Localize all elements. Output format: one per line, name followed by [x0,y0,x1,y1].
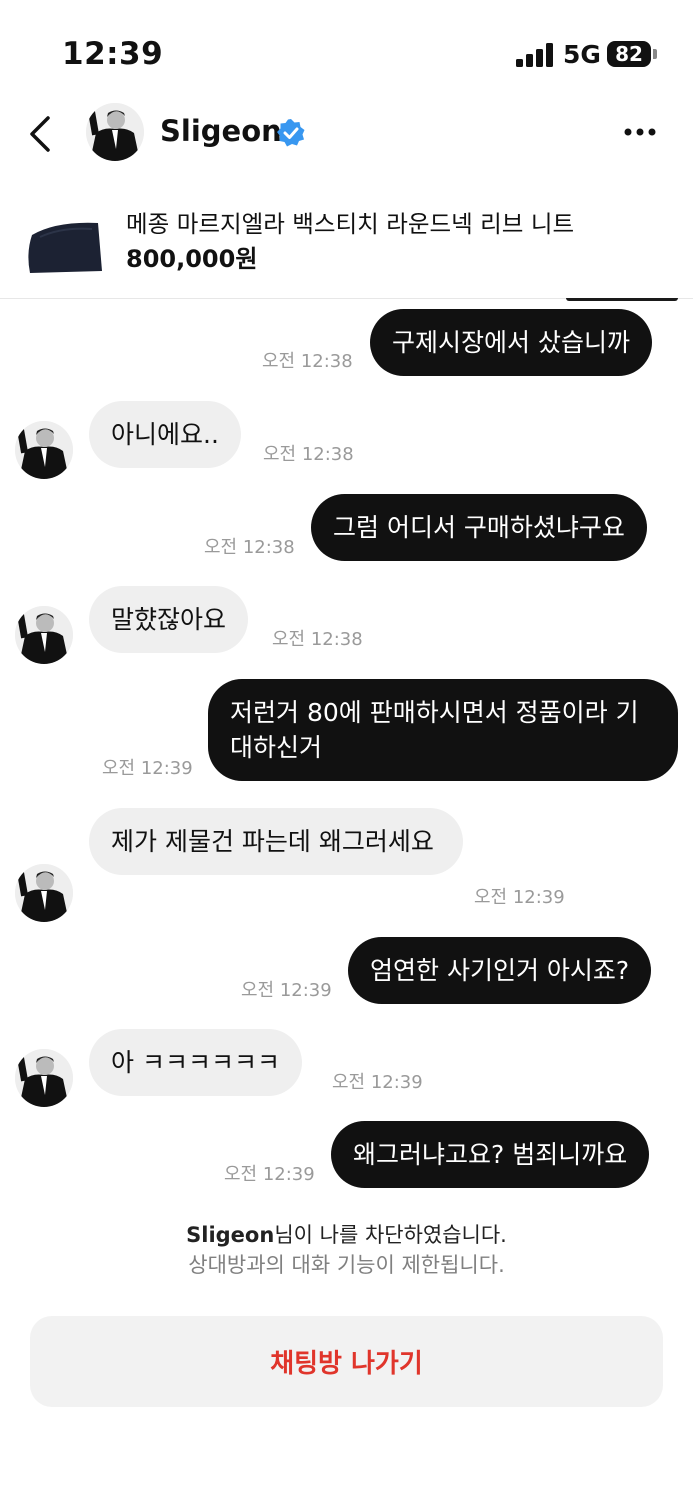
sender-avatar[interactable] [15,606,73,664]
clipped-bubble-edge [566,298,678,301]
product-thumbnail [28,222,102,273]
sender-avatar[interactable] [15,864,73,922]
status-time: 12:39 [62,36,164,72]
verified-badge-icon [277,119,305,147]
sender-avatar[interactable] [15,1049,73,1107]
product-card[interactable]: 메종 마르지엘라 백스티치 라운드넥 리브 니트 800,000원 [0,195,693,295]
network-label: 5G [563,40,601,69]
message-time: 오전 12:39 [241,980,332,1001]
battery-tip [653,49,657,59]
message-time: 오전 12:38 [272,629,363,650]
message-time: 오전 12:39 [224,1164,315,1185]
back-arrow-icon[interactable] [22,114,62,154]
message-bubble-outgoing[interactable]: 저런거 80에 판매하시면서 정품이라 기대하신거 [208,679,678,781]
status-bar: 12:39 5G 82 [0,0,693,100]
message-bubble-incoming[interactable]: 아니에요.. [89,401,241,468]
sender-avatar[interactable] [15,421,73,479]
message-time: 오전 12:38 [262,351,353,372]
more-options-icon[interactable] [620,120,660,144]
blocked-notice-line2: 상대방과의 대화 기능이 제한됩니다. [188,1253,505,1277]
battery-icon: 82 [607,41,651,67]
message-bubble-incoming[interactable]: 말햤잖아요 [89,586,249,653]
message-bubble-outgoing[interactable]: 구제시장에서 샀습니까 [370,309,652,376]
product-title: 메종 마르지엘라 백스티치 라운드넥 리브 니트 [126,210,575,238]
message-time: 오전 12:39 [474,887,565,908]
blocked-notice-text: 님이 나를 차단하였습니다. [274,1223,507,1247]
message-bubble-incoming[interactable]: 제가 제물건 파는데 왜그러세요 [89,808,463,875]
product-price: 800,000원 [126,245,258,273]
message-time: 오전 12:39 [332,1072,423,1093]
blocked-notice: Sligeon님이 나를 차단하였습니다. 상대방과의 대화 기능이 제한됩니다… [0,1220,693,1280]
message-time: 오전 12:39 [102,758,193,779]
leave-chat-button[interactable]: 채팅방 나가기 [30,1316,663,1407]
message-bubble-outgoing[interactable]: 왜그러냐고요? 범죄니까요 [331,1121,650,1188]
message-time: 오전 12:38 [263,444,354,465]
message-bubble-incoming[interactable]: 아 ㅋㅋㅋㅋㅋㅋ [89,1029,302,1096]
signal-icon [516,43,554,67]
blocked-user-name: Sligeon [186,1223,275,1247]
message-bubble-outgoing[interactable]: 그럼 어디서 구매하셨냐구요 [311,494,647,561]
blocked-notice-line1: Sligeon님이 나를 차단하였습니다. [0,1220,693,1250]
chat-header: Sligeon [0,100,693,170]
message-time: 오전 12:38 [204,537,295,558]
contact-name[interactable]: Sligeon [160,114,282,148]
message-bubble-outgoing[interactable]: 엄연한 사기인거 아시죠? [348,937,652,1004]
profile-avatar[interactable] [86,103,144,161]
